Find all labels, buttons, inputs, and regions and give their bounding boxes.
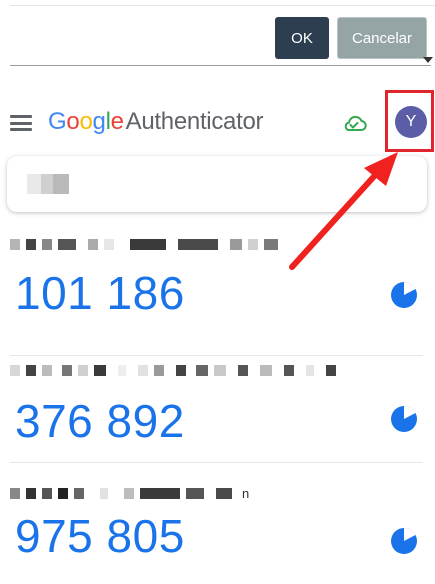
brand-letter: o: [66, 108, 80, 135]
ok-button[interactable]: OK: [275, 17, 329, 59]
app-name: Authenticator: [125, 108, 264, 135]
brand-letter: G: [48, 108, 67, 135]
account-name-redacted: [10, 364, 336, 376]
cancel-button[interactable]: Cancelar: [337, 17, 427, 59]
scroll-arrow-icon[interactable]: [423, 57, 433, 63]
search-text-redacted: [27, 174, 69, 194]
divider: [10, 355, 423, 356]
authenticator-app: GoogleAuthenticator Y 101 186 376 892 n …: [0, 68, 435, 584]
brand-letter: g: [92, 108, 106, 135]
otp-code[interactable]: 376 892: [15, 394, 185, 448]
top-rule: [10, 5, 435, 6]
annotation-arrow: [289, 152, 398, 270]
search-field[interactable]: [7, 156, 427, 212]
divider: [10, 462, 423, 463]
countdown-timer-icon: [391, 528, 417, 554]
bottom-rule: [10, 65, 431, 66]
countdown-timer-icon: [391, 282, 417, 308]
app-title: GoogleAuthenticator: [48, 108, 264, 136]
cloud-check-icon[interactable]: [341, 114, 367, 132]
account-name-suffix: n: [242, 485, 250, 501]
otp-code[interactable]: 101 186: [15, 266, 185, 320]
dialog-button-bar: OK Cancelar: [0, 0, 435, 68]
hamburger-menu-icon[interactable]: [10, 115, 32, 131]
account-name-redacted: [10, 238, 278, 250]
brand-letter: e: [110, 108, 124, 135]
otp-code[interactable]: 975 805: [15, 509, 185, 563]
brand-letter: o: [79, 108, 93, 135]
avatar[interactable]: Y: [395, 106, 427, 138]
account-name-redacted: n: [10, 485, 250, 501]
countdown-timer-icon: [391, 406, 417, 432]
